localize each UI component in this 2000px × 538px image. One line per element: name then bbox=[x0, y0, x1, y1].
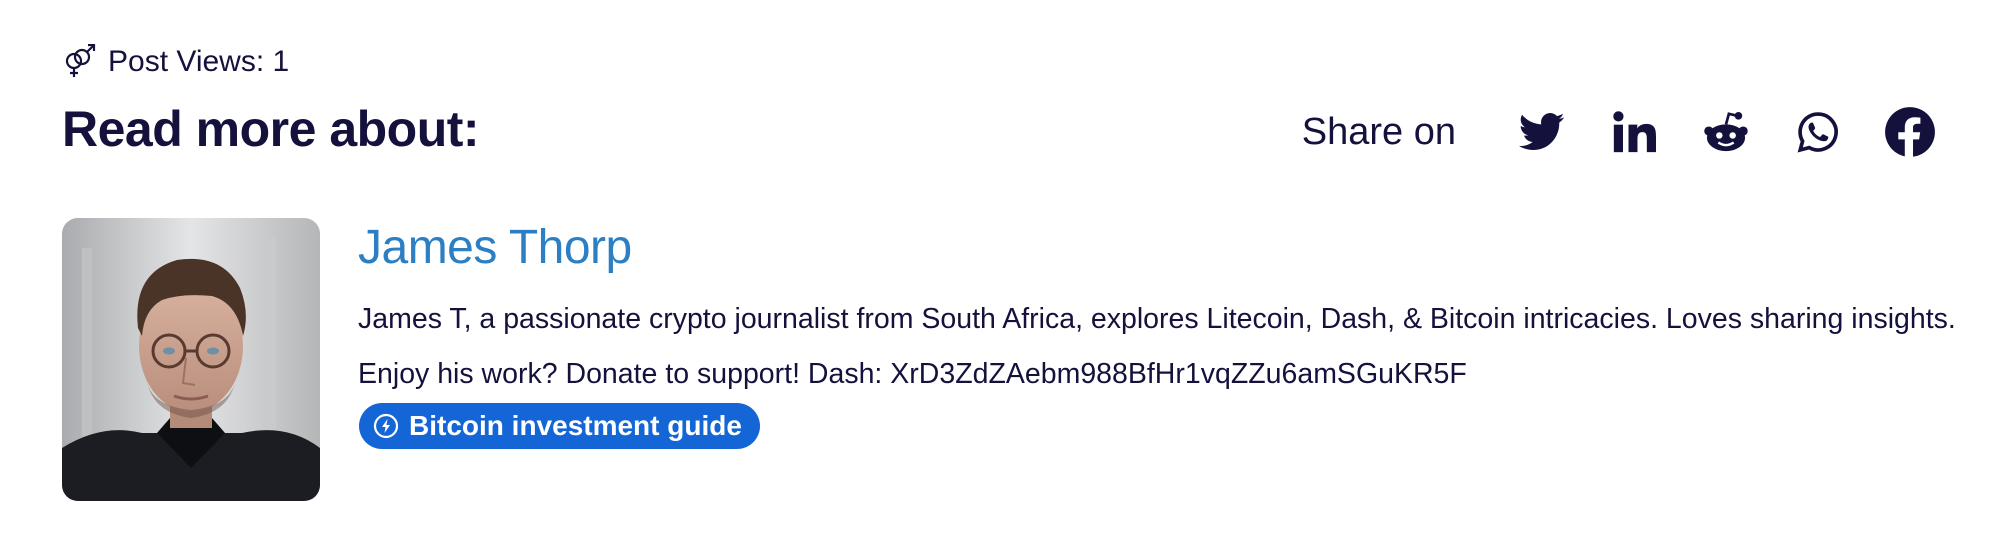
post-views-text: Post Views: 1 bbox=[108, 45, 290, 78]
reddit-icon[interactable] bbox=[1698, 104, 1754, 160]
author-name-link[interactable]: James Thorp bbox=[358, 220, 632, 275]
tag-label: Bitcoin investment guide bbox=[409, 410, 742, 441]
author-avatar[interactable] bbox=[62, 218, 320, 501]
share-bar: Share on bbox=[1302, 104, 1938, 160]
whatsapp-icon[interactable] bbox=[1790, 104, 1846, 160]
post-views: Post Views: 1 bbox=[62, 43, 290, 80]
linkedin-icon[interactable] bbox=[1606, 104, 1662, 160]
bolt-circle-icon bbox=[373, 413, 399, 439]
share-label: Share on bbox=[1301, 110, 1456, 153]
bitcoin-investment-guide-tag[interactable]: Bitcoin investment guide bbox=[359, 403, 760, 449]
twitter-icon[interactable] bbox=[1514, 104, 1570, 160]
read-more-heading: Read more about: bbox=[62, 101, 480, 157]
author-bio: James T, a passionate crypto journalist … bbox=[358, 303, 1956, 390]
gender-symbol-icon bbox=[62, 43, 98, 80]
facebook-icon[interactable] bbox=[1882, 104, 1938, 160]
